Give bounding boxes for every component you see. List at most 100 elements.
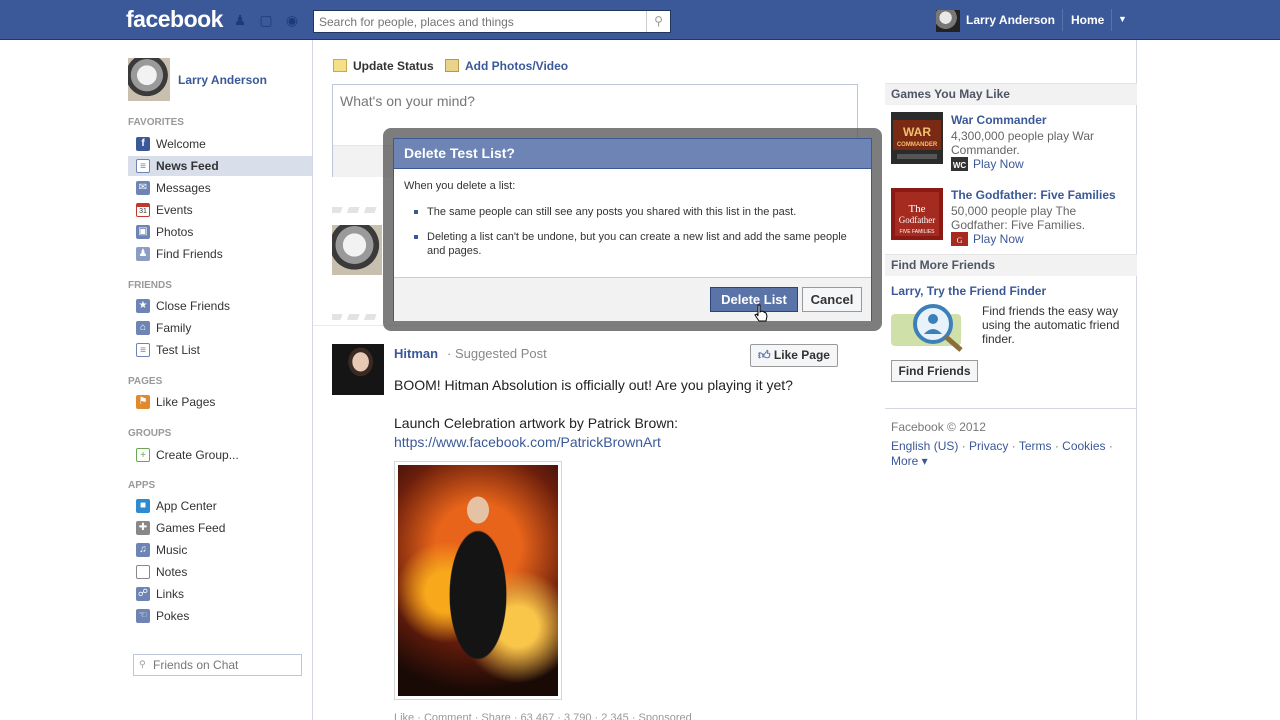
search-input[interactable]	[314, 11, 644, 32]
dialog-bullet-text: Deleting a list can't be undone, but you…	[427, 231, 847, 257]
privacy-link[interactable]: Privacy	[969, 439, 1008, 453]
sidebar-item-label: Close Friends	[156, 299, 231, 313]
bullet-icon	[414, 210, 418, 214]
sidebar-item-messages[interactable]: ✉ Messages	[128, 178, 312, 198]
sidebar-item-label: Create Group...	[156, 448, 239, 462]
svg-text:Godfather: Godfather	[899, 215, 935, 225]
section-heading-friends: FRIENDS	[128, 280, 172, 291]
sidebar-item-notes[interactable]: Notes	[128, 562, 312, 582]
friend-finder-link[interactable]: Larry, Try the Friend Finder	[891, 284, 1046, 298]
loading-placeholder	[332, 314, 380, 320]
sidebar-item-photos[interactable]: ▣ Photos	[128, 222, 312, 242]
sidebar-item-label: Welcome	[156, 137, 206, 151]
dialog-intro: When you delete a list:	[404, 180, 516, 192]
account-menu-chevron-down-icon[interactable]: ▼	[1118, 14, 1127, 24]
sidebar-item-music[interactable]: ♫ Music	[128, 540, 312, 560]
post-actions[interactable]: Like · Comment · Share · 63,467 · 3,790 …	[394, 712, 692, 720]
dialog-bullet-text: The same people can still see any posts …	[427, 206, 797, 218]
sidebar-item-pokes[interactable]: ☜ Pokes	[128, 606, 312, 626]
sidebar-item-label: News Feed	[156, 159, 219, 173]
sidebar-item-like-pages[interactable]: ⚑ Like Pages	[128, 392, 312, 412]
godfather-thumbnail[interactable]: The Godfather FIVE FAMILIES	[891, 188, 943, 240]
dialog-overlay: Delete Test List? When you delete a list…	[383, 128, 882, 331]
links-icon: ☍	[136, 587, 150, 601]
post-subtitle: · Suggested Post	[447, 346, 547, 361]
friend-requests-icon[interactable]: ♟	[232, 12, 248, 28]
hand-cursor-icon	[754, 304, 768, 322]
sidebar-item-welcome[interactable]: f Welcome	[128, 134, 312, 154]
cookies-link[interactable]: Cookies	[1062, 439, 1105, 453]
list-icon: ≡	[136, 343, 150, 357]
search-icon[interactable]: ⚲	[646, 11, 670, 32]
divider	[1062, 9, 1063, 31]
profile-avatar[interactable]	[128, 58, 170, 101]
bullet-icon	[414, 235, 418, 239]
user-name-link[interactable]: Larry Anderson	[966, 13, 1055, 27]
messages-jewel-icon[interactable]: ▢	[258, 12, 274, 28]
like-page-button[interactable]: 👍︎ Like Page	[750, 344, 838, 367]
profile-name-link[interactable]: Larry Anderson	[178, 73, 267, 87]
hitman-artwork-image	[398, 465, 558, 696]
find-friends-button[interactable]: Find Friends	[891, 360, 978, 382]
facebook-logo[interactable]: facebook	[126, 6, 223, 33]
sidebar-item-events[interactable]: 31 Events	[128, 200, 312, 220]
app-center-icon: ■	[136, 499, 150, 513]
section-heading-favorites: FAVORITES	[128, 117, 184, 128]
sidebar-item-create-group[interactable]: + Create Group...	[128, 445, 312, 465]
top-bar: facebook ♟ ▢ ◉ ⚲ Larry Anderson Home ▼	[0, 0, 1280, 40]
house-icon: ⌂	[136, 321, 150, 335]
sidebar-item-label: Notes	[156, 565, 188, 579]
friend-finder-description: Find friends the easy way using the auto…	[982, 304, 1120, 346]
avatar[interactable]	[936, 10, 960, 32]
story-avatar[interactable]	[332, 225, 382, 275]
post-link[interactable]: https://www.facebook.com/PatrickBrownArt	[394, 434, 661, 450]
dialog-footer: Delete List Cancel	[394, 277, 871, 321]
tab-add-photos[interactable]: Add Photos/Video	[445, 59, 568, 73]
find-friends-header: Find More Friends	[885, 254, 1137, 276]
sidebar-item-close-friends[interactable]: ★ Close Friends	[128, 296, 312, 316]
events-icon: 31	[136, 203, 150, 217]
news-feed-icon: ≡	[136, 159, 150, 173]
facebook-icon: f	[136, 137, 150, 151]
chat-search-input[interactable]: ⚲ Friends on Chat	[133, 654, 302, 676]
game-title-link[interactable]: The Godfather: Five Families	[951, 188, 1116, 202]
sidebar-item-links[interactable]: ☍ Links	[128, 584, 312, 604]
post-author-link[interactable]: Hitman	[394, 346, 438, 361]
search-icon: ⚲	[139, 659, 146, 669]
post-author-avatar[interactable]	[332, 344, 384, 395]
find-friends-icon: ♟	[136, 247, 150, 261]
divider	[1136, 40, 1137, 720]
more-link[interactable]: More ▾	[891, 454, 928, 468]
tab-label: Update Status	[353, 59, 434, 73]
games-feed-icon: ✚	[136, 521, 150, 535]
section-heading-groups: GROUPS	[128, 428, 172, 439]
svg-text:WAR: WAR	[903, 125, 931, 139]
play-now-link[interactable]: Play Now	[973, 157, 1024, 171]
sidebar-item-games-feed[interactable]: ✚ Games Feed	[128, 518, 312, 538]
language-link[interactable]: English (US)	[891, 439, 958, 453]
sidebar-item-find-friends[interactable]: ♟ Find Friends	[128, 244, 312, 264]
sidebar-item-label: Family	[156, 321, 192, 335]
status-icon	[333, 59, 347, 72]
notifications-globe-icon[interactable]: ◉	[284, 12, 300, 28]
home-link[interactable]: Home	[1071, 13, 1104, 27]
section-heading-apps: APPS	[128, 480, 156, 491]
game-title-link[interactable]: War Commander	[951, 113, 1047, 127]
svg-text:G: G	[957, 236, 963, 245]
chat-search-placeholder: Friends on Chat	[153, 658, 239, 672]
tab-update-status[interactable]: Update Status	[333, 59, 434, 73]
tab-label: Add Photos/Video	[465, 59, 569, 73]
cancel-button[interactable]: Cancel	[802, 287, 862, 312]
sidebar-item-family[interactable]: ⌂ Family	[128, 318, 312, 338]
post-text: Launch Celebration artwork by Patrick Br…	[394, 415, 679, 431]
terms-link[interactable]: Terms	[1019, 439, 1052, 453]
war-commander-thumbnail[interactable]: WAR COMMANDER	[891, 112, 943, 164]
sidebar-item-app-center[interactable]: ■ App Center	[128, 496, 312, 516]
like-pages-icon: ⚑	[136, 395, 150, 409]
composer-placeholder: What's on your mind?	[340, 93, 475, 109]
sidebar-item-news-feed[interactable]: ≡ News Feed	[128, 156, 312, 176]
search-box[interactable]: ⚲	[313, 10, 671, 33]
sidebar-item-test-list[interactable]: ≡ Test List	[128, 340, 312, 360]
post-image[interactable]	[394, 461, 562, 700]
play-now-link[interactable]: Play Now	[973, 232, 1024, 246]
